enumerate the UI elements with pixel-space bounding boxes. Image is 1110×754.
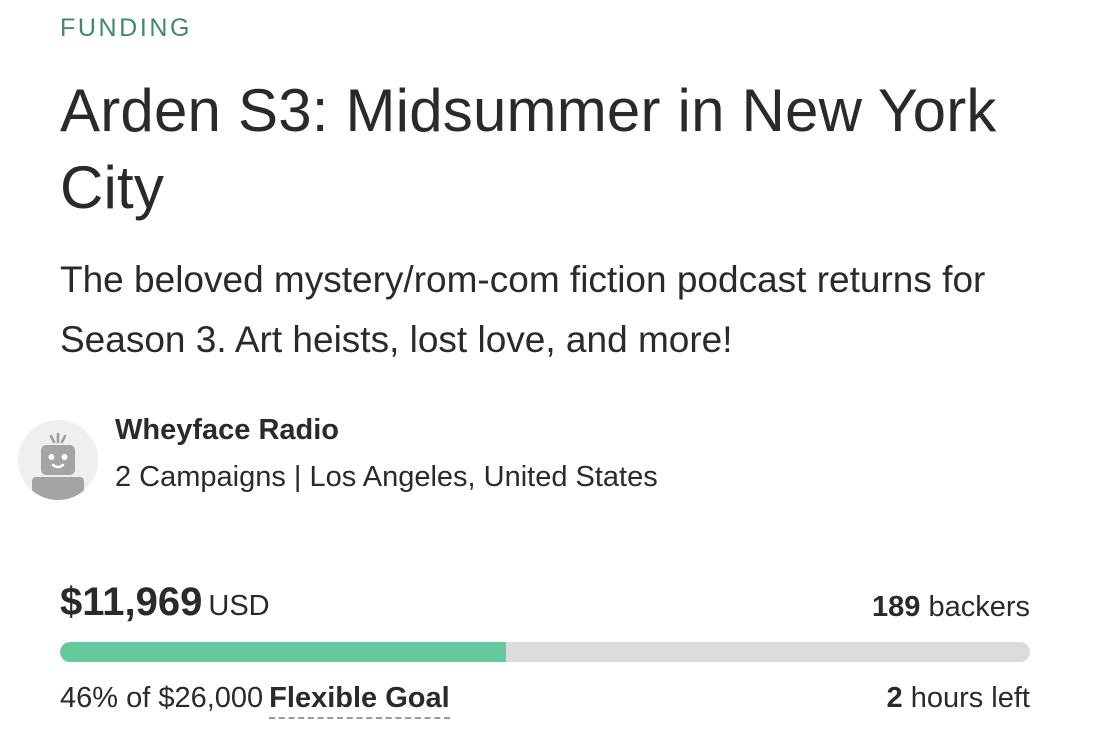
amount-raised: $11,969 USD (60, 580, 270, 625)
robot-avatar-icon (18, 420, 98, 500)
campaign-blurb: The beloved mystery/rom-com fiction podc… (60, 259, 986, 360)
backers-count: 189 backers (872, 591, 1030, 624)
goal-summary: 46% of $26,000 (60, 682, 264, 714)
backers-label: backers (928, 591, 1030, 623)
creator-name[interactable]: Wheyface Radio (115, 413, 658, 447)
campaign-title: Arden S3: Midsummer in New York City (60, 77, 997, 221)
section-label: FUNDING (60, 14, 193, 42)
creator-meta: 2 Campaigns | Los Angeles, United States (115, 460, 658, 493)
goal-info: 46% of $26,000 Flexible Goal (60, 682, 450, 719)
time-left: 2 hours left (887, 682, 1031, 715)
goal-row: 46% of $26,000 Flexible Goal 2 hours left (60, 682, 1030, 722)
creator-card[interactable]: Wheyface Radio 2 Campaigns | Los Angeles… (18, 414, 658, 502)
progress-fill (60, 642, 507, 662)
progress-bar (60, 642, 1030, 662)
creator-info: Wheyface Radio 2 Campaigns | Los Angeles… (115, 414, 658, 494)
time-label: hours left (910, 682, 1030, 714)
flexible-goal-link[interactable]: Flexible Goal (269, 682, 450, 719)
currency-label: USD (208, 590, 270, 622)
amount-value: $11,969 (60, 580, 203, 624)
time-value: 2 (886, 682, 903, 714)
funding-summary: $11,969 USD 189 backers (60, 580, 1030, 630)
backers-number: 189 (872, 591, 921, 623)
avatar[interactable] (18, 420, 98, 500)
